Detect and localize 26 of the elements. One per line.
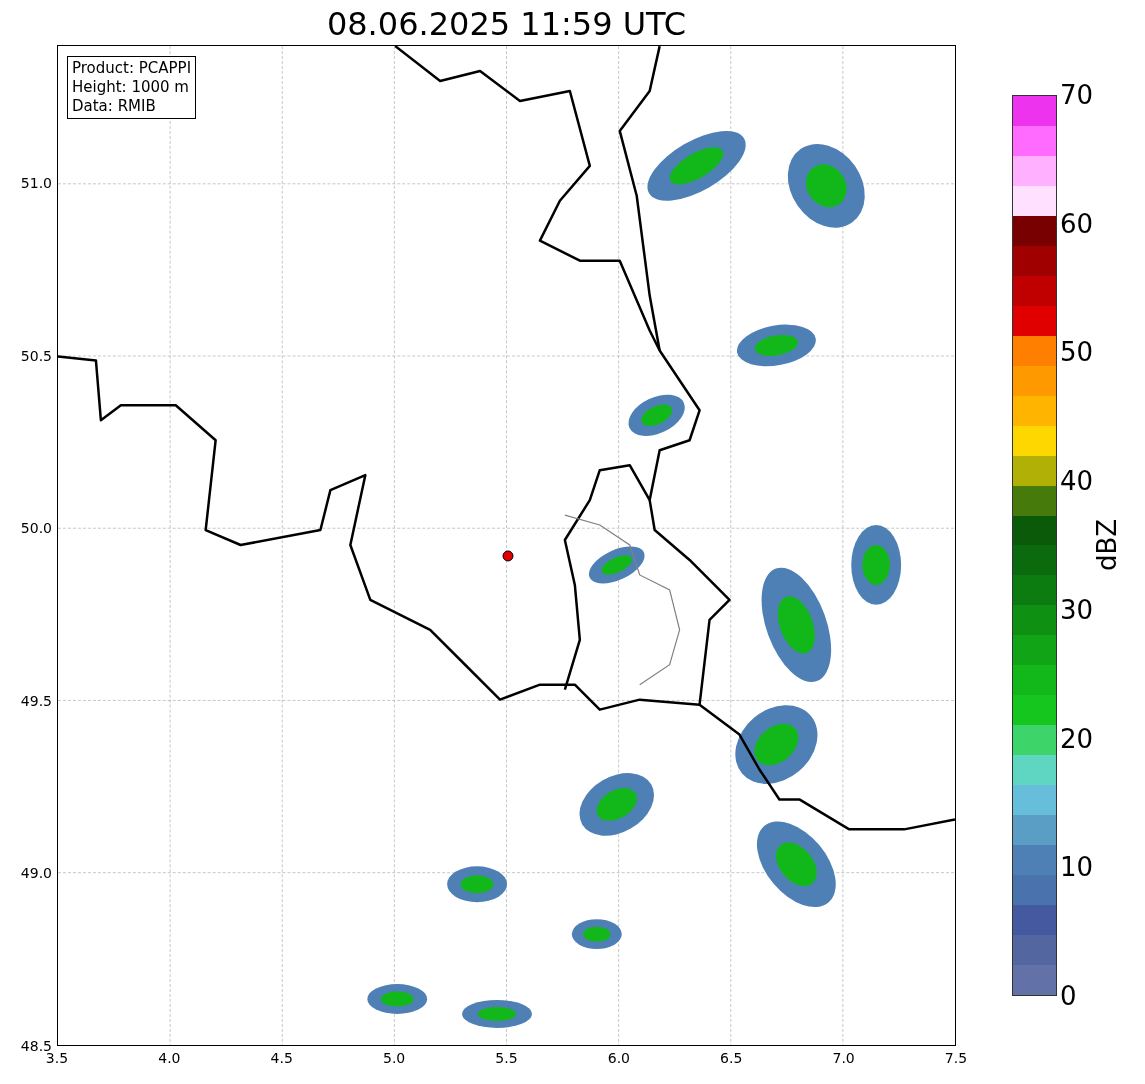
scale-tick-label: 50 <box>1060 338 1094 367</box>
plot-title: 08.06.2025 11:59 UTC <box>326 5 687 43</box>
axis-tick-label: 49.5 <box>20 692 52 709</box>
axis-tick-label: 5.5 <box>495 1050 518 1066</box>
axis-tick-label: 4.5 <box>270 1050 293 1066</box>
scale-tick-label: 60 <box>1060 209 1094 238</box>
scale-tick-label: 30 <box>1060 595 1094 624</box>
scale-tick-label: 40 <box>1060 467 1094 496</box>
scale-tick-label: 10 <box>1060 853 1094 882</box>
axis-tick-label: 5.0 <box>383 1050 406 1066</box>
axis-tick-label: 4.0 <box>158 1050 181 1066</box>
axis-tick-label: 50.5 <box>20 347 52 364</box>
scale-tick-label: 0 <box>1060 982 1077 1010</box>
legend-text: Data: RMIB <box>72 97 157 116</box>
axis-tick-label: 50.0 <box>20 520 52 537</box>
axis-tick-label: 51.0 <box>20 175 52 191</box>
scale-title: dBZ <box>1093 518 1121 572</box>
scale-tick-label: 20 <box>1060 724 1094 753</box>
legend-text: Product: PCAPPI <box>72 59 192 78</box>
axis-tick-label: 6.5 <box>720 1050 743 1066</box>
axis-tick-label: 49.0 <box>20 865 52 882</box>
axis-tick-label: 7.0 <box>832 1050 855 1066</box>
axis-tick-label: 6.0 <box>607 1050 630 1066</box>
legend-text: Height: 1000 m <box>72 78 190 97</box>
axis-tick-label: 7.5 <box>944 1050 968 1066</box>
scale-tick-label: 70 <box>1060 81 1094 109</box>
